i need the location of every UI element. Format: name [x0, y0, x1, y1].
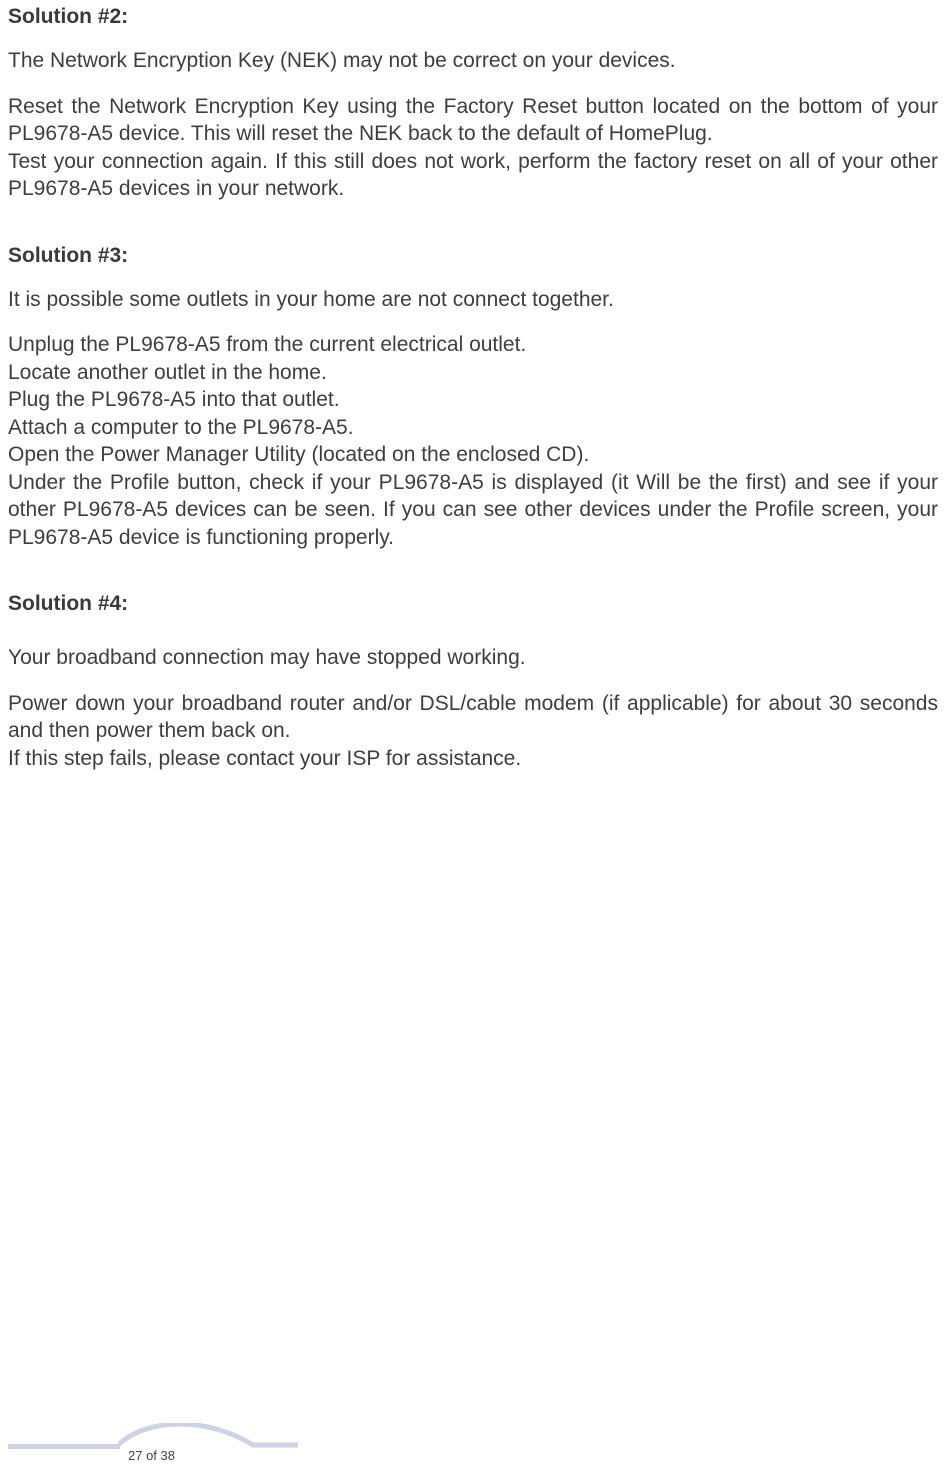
solution-2-p2: Reset the Network Encryption Key using t…	[8, 75, 938, 148]
solution-3-step-6: Under the Profile button, check if your …	[8, 469, 938, 552]
solution-3-steps: Unplug the PL9678-A5 from the current el…	[8, 313, 938, 551]
footer-decor-line	[8, 1444, 120, 1449]
solution-3-heading: Solution #3:	[8, 203, 938, 270]
solution-3-intro: It is possible some outlets in your home…	[8, 270, 938, 314]
page-number: 27 of 38	[128, 1448, 175, 1463]
solution-3-step-2: Locate another outlet in the home.	[8, 359, 938, 387]
solution-4-p2: Power down your broadband router and/or …	[8, 672, 938, 745]
solution-3-step-1: Unplug the PL9678-A5 from the current el…	[8, 331, 938, 359]
solution-3-step-5: Open the Power Manager Utility (located …	[8, 441, 938, 469]
solution-4-heading: Solution #4:	[8, 551, 938, 618]
document-page: Solution #2: The Network Encryption Key …	[0, 0, 946, 1465]
solution-3-step-4: Attach a computer to the PL9678-A5.	[8, 414, 938, 442]
solution-2-heading: Solution #2:	[8, 0, 938, 31]
solution-2-p3: Test your connection again. If this stil…	[8, 148, 938, 203]
solution-4-intro: Your broadband connection may have stopp…	[8, 618, 938, 672]
page-footer: 27 of 38	[0, 1405, 946, 1465]
solution-2-intro: The Network Encryption Key (NEK) may not…	[8, 31, 938, 75]
solution-4-p3: If this step fails, please contact your …	[8, 745, 938, 773]
solution-3-step-3: Plug the PL9678-A5 into that outlet.	[8, 386, 938, 414]
